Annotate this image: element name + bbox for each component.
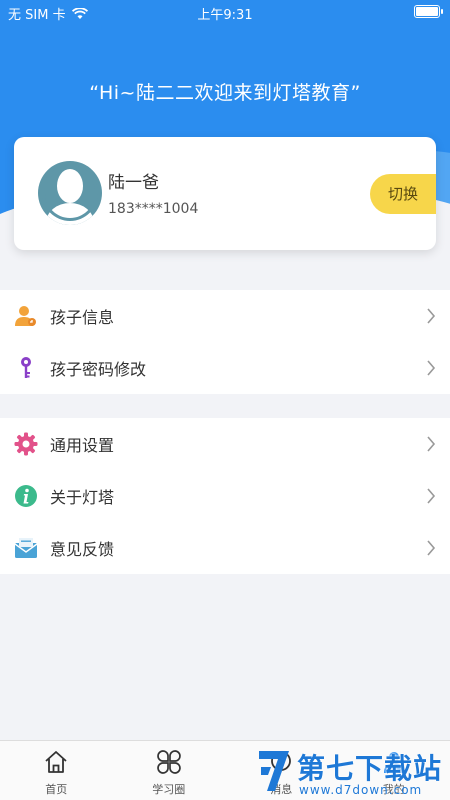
tab-label-home: 首页 — [45, 783, 68, 796]
status-bar: 无 SIM 卡 上午9:31 — [0, 0, 450, 24]
home-icon — [45, 751, 67, 773]
menu-item-about[interactable]: 关于灯塔 — [0, 470, 450, 522]
menu-item-general-settings[interactable]: 通用设置 — [0, 418, 450, 470]
key-icon — [21, 357, 31, 378]
menu-group-general: 通用设置 关于灯塔 意见反馈 — [0, 418, 450, 574]
chevron-right-icon — [427, 360, 436, 376]
chevron-right-icon — [427, 436, 436, 452]
watermark-url: www.d7down.com — [299, 783, 423, 797]
menu-item-child-password[interactable]: 孩子密码修改 — [0, 342, 450, 394]
tab-label-study-circle: 学习圈 — [152, 783, 186, 796]
chevron-right-icon — [427, 540, 436, 556]
menu-item-child-info[interactable]: 孩子信息 — [0, 290, 450, 342]
tab-study-circle[interactable]: 学习圈 — [113, 741, 226, 800]
menu-group-child: 孩子信息 孩子密码修改 — [0, 290, 450, 394]
menu-label-child-password: 孩子密码修改 — [50, 360, 147, 379]
menu-label-feedback: 意见反馈 — [50, 540, 115, 559]
clover-icon — [156, 750, 181, 774]
chevron-right-icon — [427, 308, 436, 324]
chevron-right-icon — [427, 488, 436, 504]
avatar[interactable] — [38, 161, 102, 225]
menu-item-feedback[interactable]: 意见反馈 — [0, 522, 450, 574]
status-time: 上午9:31 — [197, 8, 253, 23]
watermark-logo-icon — [259, 751, 289, 791]
menu-label-child-info: 孩子信息 — [50, 308, 115, 327]
battery-icon — [414, 5, 443, 18]
feedback-icon — [14, 538, 38, 558]
profile-card: 陆一爸 183****1004 切换 — [14, 137, 436, 250]
menu-label-about: 关于灯塔 — [50, 488, 115, 507]
switch-account-button[interactable]: 切换 — [370, 174, 436, 214]
child-info-icon — [15, 306, 36, 326]
menu-label-general-settings: 通用设置 — [50, 436, 115, 455]
info-icon — [15, 485, 37, 507]
profile-phone: 183****1004 — [108, 201, 199, 217]
profile-name: 陆一爸 — [108, 173, 159, 193]
watermark: 第七下载站 www.d7down.com — [255, 745, 445, 800]
gear-icon — [14, 432, 38, 456]
watermark-title: 第七下载站 — [297, 752, 443, 785]
welcome-message: “Hi~陆二二欢迎来到灯塔教育” — [89, 82, 361, 104]
tab-home[interactable]: 首页 — [0, 741, 113, 800]
